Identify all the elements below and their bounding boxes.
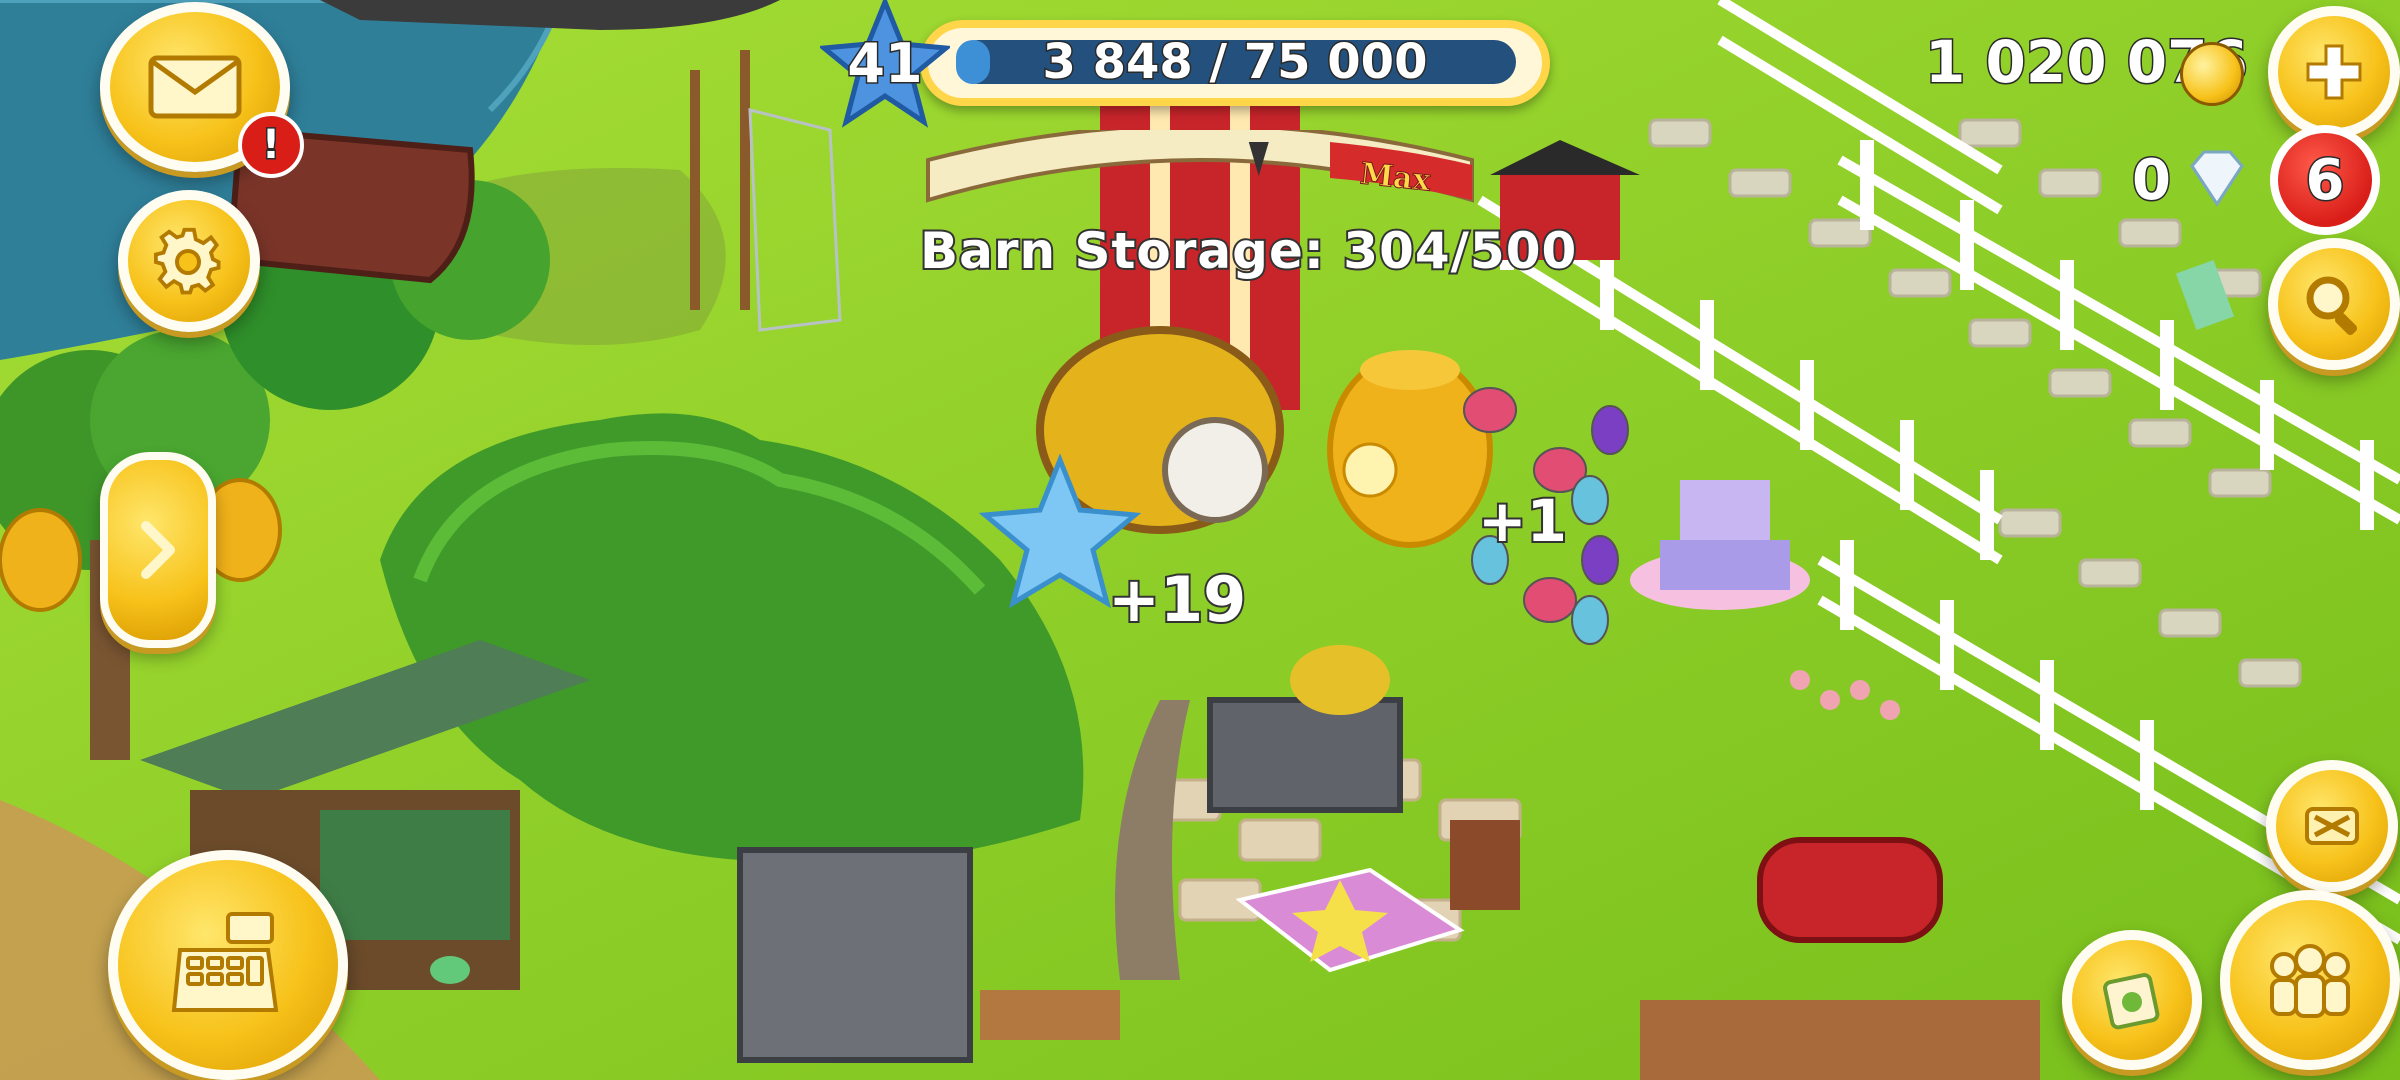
diamonds-count: 0 (2131, 147, 2173, 215)
settings-button[interactable] (118, 190, 260, 332)
level-star[interactable]: 41 (817, 0, 953, 130)
move-arrows-icon (2305, 807, 2359, 845)
chevron-right-icon (141, 521, 175, 579)
order-board-icon (2103, 973, 2160, 1030)
farm-scene: Max Barn Storage: 304/500 +19 +1 3 848 /… (0, 0, 2400, 1080)
edit-mode-button[interactable] (2266, 760, 2398, 892)
magnifier-icon (2306, 276, 2358, 336)
shop-button[interactable] (108, 850, 348, 1080)
gauge-max-label: Max (1358, 156, 1433, 199)
honey-gain-text: +1 (1476, 485, 1569, 557)
notifications-button[interactable]: 6 (2270, 125, 2380, 235)
mail-alert-badge: ! (238, 112, 304, 178)
xp-bar[interactable]: 3 848 / 75 000 (920, 20, 1550, 106)
add-coins-button[interactable] (2268, 6, 2400, 138)
coin-icon (2180, 42, 2244, 106)
expand-panel-button[interactable] (100, 452, 216, 648)
orders-button[interactable] (2062, 930, 2202, 1070)
search-button[interactable] (2268, 238, 2400, 370)
cash-register-icon (171, 912, 279, 1012)
mail-icon (148, 55, 242, 119)
gear-icon (154, 227, 221, 295)
xp-text: 3 848 / 75 000 (1041, 33, 1429, 92)
barn-storage-label: Barn Storage: 304/500 (918, 220, 1578, 282)
barn-storage-gauge: Max (920, 123, 1480, 210)
friends-icon (2270, 944, 2350, 1018)
mail-alert-mark: ! (260, 121, 281, 170)
friends-button[interactable] (2220, 890, 2400, 1070)
plus-icon (2306, 44, 2362, 100)
xp-gain-text: +19 (1106, 561, 1248, 638)
notifications-count: 6 (2304, 146, 2346, 214)
diamond-icon (2190, 150, 2244, 207)
level-number: 41 (846, 31, 924, 97)
